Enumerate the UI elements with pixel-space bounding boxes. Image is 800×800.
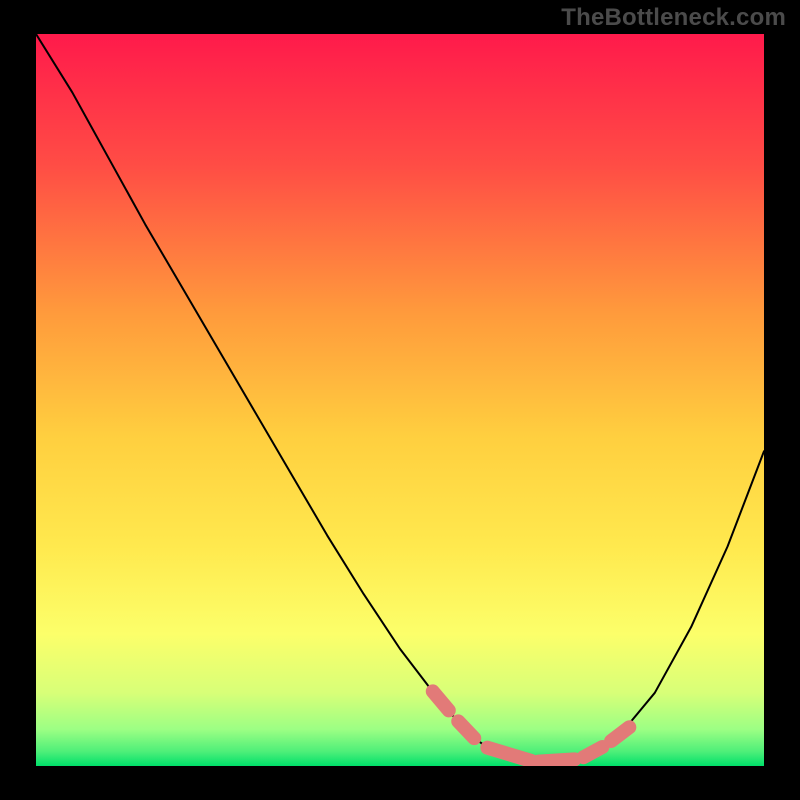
highlight-segment	[538, 759, 574, 761]
chart-plot-area	[36, 34, 764, 766]
gradient-background	[36, 34, 764, 766]
watermark-text: TheBottleneck.com	[561, 4, 786, 32]
chart-frame: TheBottleneck.com	[0, 0, 800, 800]
highlight-segment	[583, 747, 602, 757]
chart-svg	[36, 34, 764, 766]
